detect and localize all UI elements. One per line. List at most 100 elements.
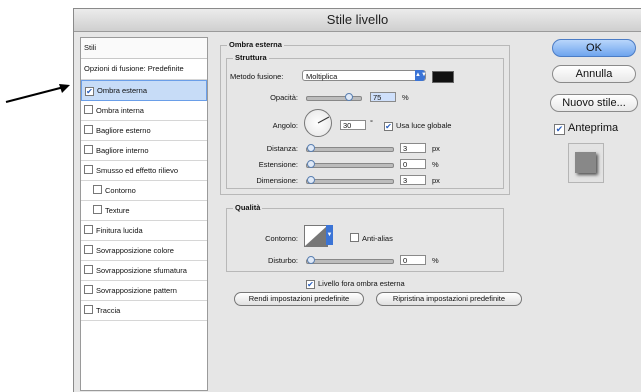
style-preview-thumbnail: [568, 143, 604, 183]
blend-mode-select[interactable]: Moltiplica ▲▼: [302, 70, 427, 81]
chevron-updown-icon: ▲▼: [415, 70, 427, 81]
style-item-label: Texture: [105, 206, 130, 215]
spread-slider[interactable]: [306, 160, 394, 168]
preview-checkbox[interactable]: ✔ Anteprima: [554, 122, 618, 135]
blending-options-item[interactable]: Opzioni di fusione: Predefinite: [81, 59, 207, 80]
opacity-field[interactable]: 75: [370, 92, 396, 102]
global-light-check-icon: ✔: [384, 122, 393, 131]
style-item-label: Sovrapposizione sfumatura: [96, 266, 187, 275]
style-item[interactable]: Finitura lucida: [81, 221, 207, 241]
size-unit: px: [432, 176, 440, 185]
styles-panel: Stili Opzioni di fusione: Predefinite ✔ O…: [80, 37, 208, 391]
checkbox-icon[interactable]: [84, 305, 93, 314]
checkbox-icon[interactable]: ✔: [85, 87, 94, 96]
new-style-button[interactable]: Nuovo stile...: [550, 94, 638, 112]
style-item[interactable]: Smusso ed effetto rilievo: [81, 161, 207, 181]
checkbox-icon[interactable]: [93, 205, 102, 214]
noise-unit: %: [432, 256, 439, 265]
distance-field[interactable]: 3: [400, 143, 426, 153]
distance-slider[interactable]: [306, 144, 394, 152]
distance-unit: px: [432, 144, 440, 153]
layer-style-dialog: Stile livello Stili Opzioni di fusione: …: [73, 8, 641, 392]
style-item[interactable]: Ombra interna: [81, 101, 207, 121]
size-field[interactable]: 3: [400, 175, 426, 185]
contour-dropdown-arrow[interactable]: ▼: [326, 225, 333, 245]
opacity-unit: %: [402, 93, 409, 102]
styles-header[interactable]: Stili: [81, 38, 207, 59]
style-item-label: Bagliore esterno: [96, 126, 151, 135]
knockout-checkbox[interactable]: ✔ Livello fora ombra esterna: [306, 279, 405, 289]
reset-default-button[interactable]: Ripristina impostazioni predefinite: [376, 292, 522, 306]
angle-unit: °: [370, 118, 373, 127]
drop-shadow-title: Ombra esterna: [227, 40, 284, 49]
style-item-label: Contorno: [105, 186, 136, 195]
ok-button[interactable]: OK: [552, 39, 636, 57]
noise-label: Disturbo:: [267, 256, 298, 265]
distance-slider-thumb[interactable]: [307, 144, 315, 152]
preview-label: Anteprima: [568, 122, 619, 134]
style-item[interactable]: Bagliore interno: [81, 141, 207, 161]
spread-field[interactable]: 0: [400, 159, 426, 169]
style-item[interactable]: Sovrapposizione colore: [81, 241, 207, 261]
angle-label: Angolo:: [272, 121, 298, 130]
structure-title: Struttura: [233, 53, 269, 62]
anti-alias-check-icon: [350, 233, 359, 242]
size-slider[interactable]: [306, 176, 394, 184]
make-default-button[interactable]: Rendi impostazioni predefinite: [234, 292, 364, 306]
style-item-label: Smusso ed effetto rilievo: [96, 166, 178, 175]
style-item-label: Finitura lucida: [96, 226, 143, 235]
style-item[interactable]: Sovrapposizione sfumatura: [81, 261, 207, 281]
distance-label: Distanza:: [266, 144, 298, 153]
style-item-label: Sovrapposizione colore: [96, 246, 174, 255]
contour-label: Contorno:: [265, 234, 298, 243]
checkbox-icon[interactable]: [84, 245, 93, 254]
knockout-label: Livello fora ombra esterna: [318, 279, 405, 288]
angle-field[interactable]: 30: [340, 120, 366, 130]
contour-preview[interactable]: [304, 225, 328, 247]
checkbox-icon[interactable]: [93, 185, 102, 194]
quality-title: Qualità: [233, 203, 263, 212]
style-item[interactable]: Sovrapposizione pattern: [81, 281, 207, 301]
checkbox-icon[interactable]: [84, 105, 93, 114]
anti-alias-checkbox[interactable]: Anti-alias: [350, 233, 393, 243]
preview-swatch: [575, 152, 596, 173]
preview-check-icon: ✔: [554, 124, 565, 135]
checkbox-icon[interactable]: [84, 225, 93, 234]
blend-mode-label: Metodo fusione:: [230, 72, 284, 81]
angle-dial[interactable]: [304, 109, 332, 137]
checkbox-icon[interactable]: [84, 125, 93, 134]
style-item-label: Sovrapposizione pattern: [96, 286, 177, 295]
style-item[interactable]: Bagliore esterno: [81, 121, 207, 141]
checkbox-icon[interactable]: [84, 165, 93, 174]
shadow-color-swatch[interactable]: [432, 71, 454, 83]
checkbox-icon[interactable]: [84, 145, 93, 154]
size-slider-thumb[interactable]: [307, 176, 315, 184]
use-global-light-checkbox[interactable]: ✔ Usa luce globale: [384, 121, 451, 131]
style-item-label: Ombra interna: [96, 106, 144, 115]
opacity-slider[interactable]: [306, 93, 362, 101]
contour-curve-icon: [305, 226, 327, 246]
style-item[interactable]: ✔ Ombra esterna: [81, 80, 207, 101]
noise-field[interactable]: 0: [400, 255, 426, 265]
checkbox-icon[interactable]: [84, 285, 93, 294]
style-item[interactable]: Contorno: [81, 181, 207, 201]
style-item[interactable]: Texture: [81, 201, 207, 221]
cancel-button[interactable]: Annulla: [552, 65, 636, 83]
spread-slider-thumb[interactable]: [307, 160, 315, 168]
spread-label: Estensione:: [258, 160, 298, 169]
blend-mode-value: Moltiplica: [306, 72, 338, 81]
pointer-arrow-annotation: [5, 84, 70, 103]
checkbox-icon[interactable]: [84, 265, 93, 274]
noise-slider-thumb[interactable]: [307, 256, 315, 264]
opacity-label: Opacità:: [270, 93, 298, 102]
style-item[interactable]: Traccia: [81, 301, 207, 321]
dialog-title: Stile livello: [74, 9, 641, 32]
noise-slider[interactable]: [306, 256, 394, 264]
anti-alias-label: Anti-alias: [362, 234, 393, 243]
angle-dial-needle: [317, 116, 330, 124]
opacity-slider-thumb[interactable]: [345, 93, 353, 101]
use-global-light-label: Usa luce globale: [396, 121, 452, 130]
style-item-label: Traccia: [96, 306, 121, 315]
spread-unit: %: [432, 160, 439, 169]
style-item-label: Bagliore interno: [96, 146, 149, 155]
